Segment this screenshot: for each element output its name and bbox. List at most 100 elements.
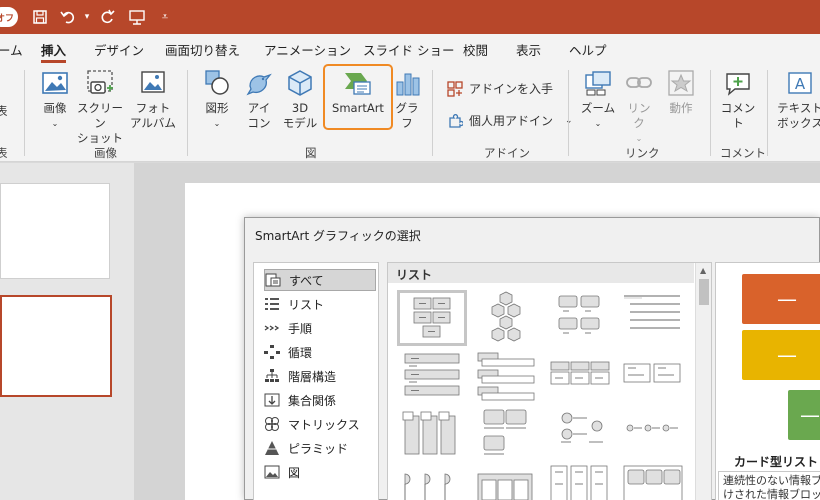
layout-scrollbar[interactable]: ▲ [695, 263, 711, 500]
layout-arrow-list[interactable] [472, 464, 542, 500]
customize-quick-access-icon[interactable]: ⩡ [158, 7, 172, 27]
store-icon [447, 80, 463, 97]
category-hierarchy[interactable]: 階層構造 [264, 365, 376, 387]
images-group-label: 画像 [94, 146, 117, 160]
start-slideshow-icon[interactable] [126, 7, 148, 27]
my-addins-label: 個人用アドイン [469, 114, 554, 128]
undo-icon[interactable] [58, 7, 80, 27]
group-separator [710, 70, 711, 156]
layout-horizontal-picture-list[interactable] [622, 464, 692, 500]
chevron-down-icon: ⌄ [635, 134, 643, 143]
table-label: 表 [0, 104, 8, 118]
get-addins-label: アドインを入手 [469, 82, 554, 96]
category-pyramid[interactable]: ピラミッド [264, 437, 376, 459]
link-label: リンク [627, 101, 651, 130]
screenshot-button[interactable]: スクリーン ショット [76, 68, 124, 146]
illustrations-group-label: 図 [305, 146, 317, 160]
layout-stacked-list[interactable] [397, 406, 467, 462]
category-picture[interactable]: 図 [264, 461, 376, 483]
link-button[interactable]: リンク ⌄ [622, 68, 656, 146]
title-bar: オフ ▾ ⩡ [0, 0, 820, 34]
layout-preview: — — — カード型リスト 連続性のない情報ブ けされた情報ブロック [715, 262, 820, 500]
preview-dash: — [800, 403, 820, 427]
screenshot-label: スクリーン ショット [77, 101, 123, 145]
get-addins-button[interactable]: アドインを入手 [447, 80, 553, 97]
tab-insert[interactable]: 挿入 [41, 40, 67, 63]
link-icon [624, 68, 654, 98]
screenshot-icon [85, 68, 115, 98]
preview-description: 連続性のない情報ブ けされた情報ブロック [718, 471, 820, 500]
relationship-icon [264, 393, 280, 407]
tab-animations[interactable]: アニメーション [264, 40, 351, 60]
tab-slideshow[interactable]: スライド ショー [363, 40, 454, 60]
category-matrix[interactable]: マトリックス [264, 413, 376, 435]
icons-button[interactable]: アイ コン [242, 68, 276, 131]
layout-table-list[interactable] [622, 348, 692, 404]
comment-label: コメント [720, 101, 756, 130]
category-label: マトリックス [288, 417, 360, 432]
autosave-toggle[interactable]: オフ [0, 7, 18, 27]
layout-hexagon-cluster[interactable] [472, 290, 542, 346]
tab-design[interactable]: デザイン [94, 40, 144, 60]
category-all[interactable]: すべて [264, 269, 376, 291]
layout-basic-block-list[interactable] [397, 290, 467, 346]
layout-tabbed-list[interactable] [547, 464, 617, 500]
group-separator [187, 70, 188, 156]
smartart-dialog: SmartArt グラフィックの選択 すべて リスト 手順 循環 階層構造 集合… [244, 217, 820, 500]
preview-dash: — [777, 287, 797, 311]
action-button[interactable]: 動作 [664, 68, 698, 116]
preview-bar-yellow: — [742, 330, 820, 380]
smartart-highlight [323, 64, 393, 130]
image-button[interactable]: 画像 ⌄ [36, 68, 74, 131]
tab-help[interactable]: ヘルプ [569, 40, 607, 60]
category-relationship[interactable]: 集合関係 [264, 389, 376, 411]
layout-segmented-process[interactable] [397, 464, 467, 500]
chart-label: グラフ [395, 101, 419, 130]
3d-model-button[interactable]: 3D モデル [280, 68, 320, 131]
bird-icon [244, 68, 274, 98]
chart-button[interactable]: グラフ [391, 68, 423, 131]
scroll-up-icon[interactable]: ▲ [700, 266, 706, 275]
preview-bar-green: — [788, 390, 820, 440]
category-list-item[interactable]: リスト [264, 293, 376, 315]
redo-icon[interactable] [97, 7, 117, 27]
slide-thumbnail-selected[interactable] [0, 295, 112, 397]
photo-album-button[interactable]: フォト アルバム [126, 68, 180, 131]
category-process[interactable]: 手順 [264, 317, 376, 339]
layout-section-header: リスト [388, 263, 694, 283]
comment-button[interactable]: コメント [718, 68, 758, 131]
table-button[interactable]: 表 [0, 104, 8, 119]
cycle-icon [264, 345, 280, 359]
preview-description-line: 連続性のない情報ブ [723, 474, 820, 487]
category-list: すべて リスト 手順 循環 階層構造 集合関係 マトリックス ピラミッド 図 [253, 262, 379, 500]
pyramid-icon [264, 441, 280, 455]
category-label: 手順 [288, 321, 313, 336]
layout-vertical-circle-list[interactable] [547, 406, 617, 462]
process-icon [264, 321, 280, 335]
tab-transitions[interactable]: 画面切り替え [165, 40, 240, 60]
scroll-thumb[interactable] [699, 279, 709, 305]
category-label: リスト [288, 297, 325, 312]
layout-vertical-box-list[interactable] [472, 348, 542, 404]
shapes-button[interactable]: 図形 ⌄ [199, 68, 235, 131]
tab-home[interactable]: ーム [0, 40, 23, 60]
group-separator [24, 70, 25, 156]
layout-horizontal-bullet-list[interactable] [547, 348, 617, 404]
textbox-button[interactable]: A テキスト ボックス [776, 68, 820, 131]
category-cycle[interactable]: 循環 [264, 341, 376, 363]
layout-trapezoid-list[interactable] [622, 406, 692, 462]
tab-review[interactable]: 校閲 [463, 40, 488, 60]
layout-grouped-list[interactable] [547, 290, 617, 346]
zoom-button[interactable]: ズーム ⌄ [578, 68, 618, 131]
shapes-label: 図形 [205, 101, 229, 115]
slide-thumbnail[interactable] [0, 183, 110, 279]
layout-lined-list[interactable] [622, 290, 692, 346]
my-addins-button[interactable]: 個人用アドイン ⌄ [447, 112, 573, 129]
undo-dropdown-icon[interactable]: ▾ [82, 7, 92, 27]
zoom-icon [583, 68, 613, 98]
layout-vertical-bullet-list[interactable] [397, 348, 467, 404]
layout-picture-caption-list[interactable] [472, 406, 542, 462]
slide-thumbnail-pane [0, 163, 134, 500]
tab-view[interactable]: 表示 [516, 40, 541, 60]
save-icon[interactable] [30, 7, 50, 27]
